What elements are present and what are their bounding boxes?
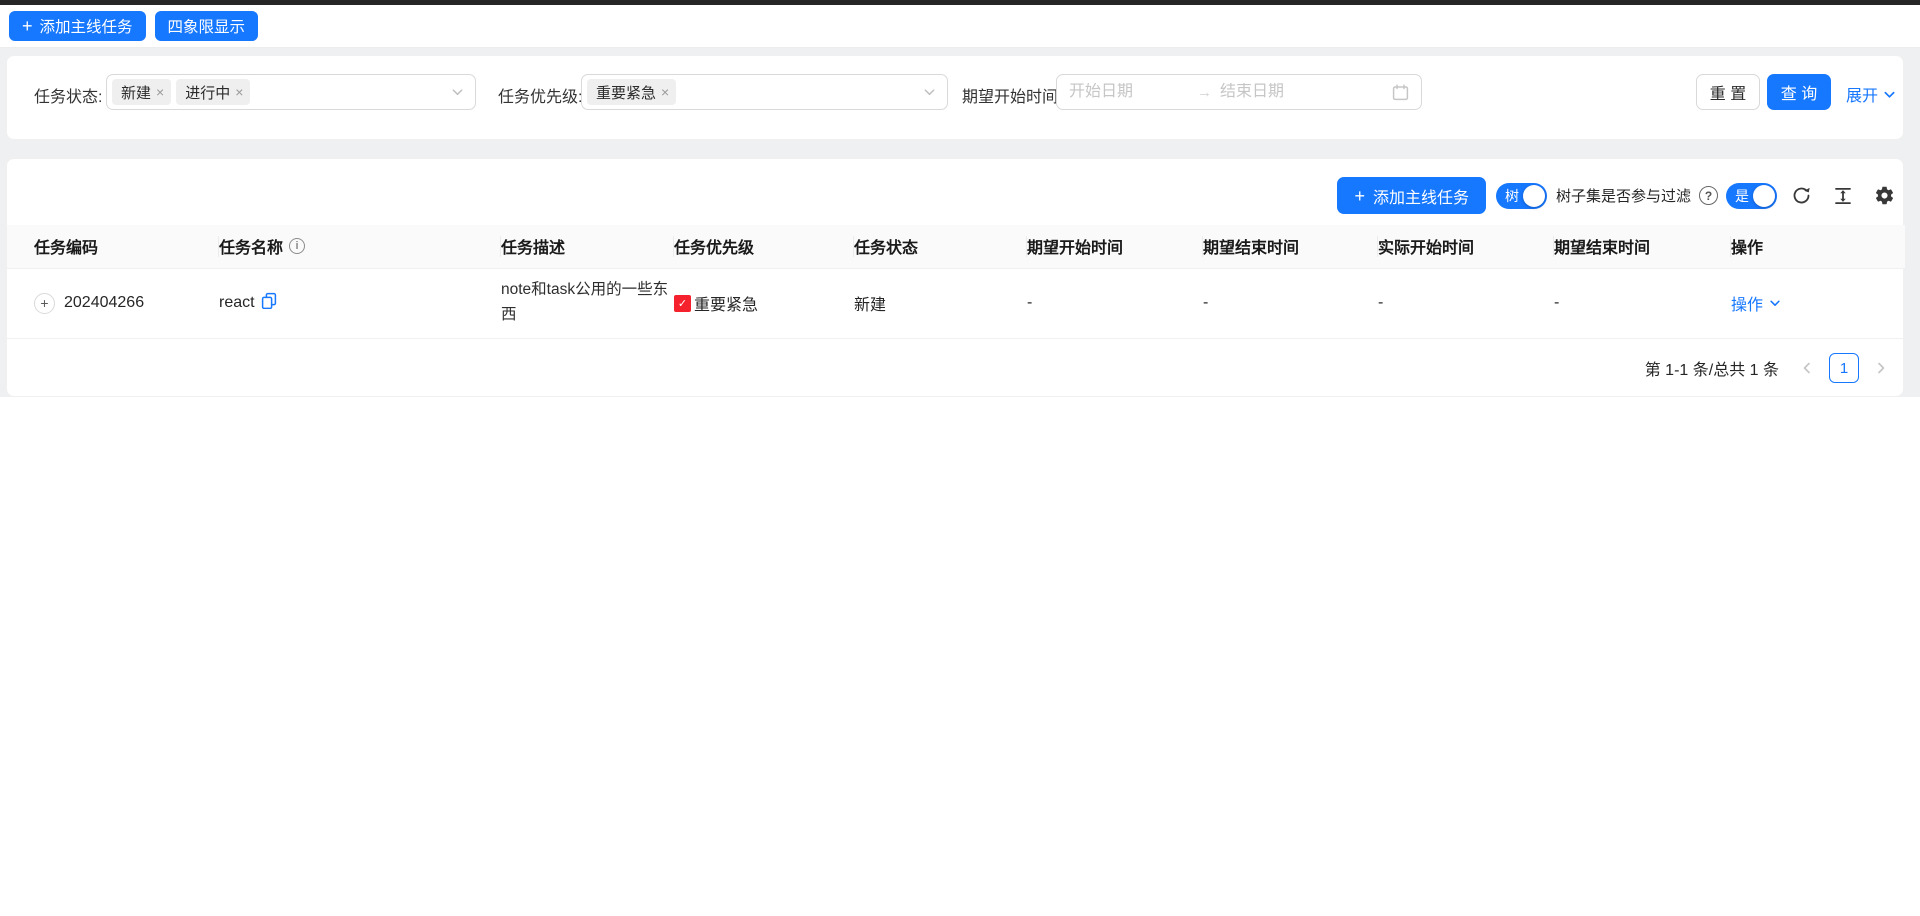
pagination-summary: 第 1-1 条/总共 1 条 [1645, 356, 1779, 380]
column-header-expected-end: 期望结束时间 [1203, 225, 1378, 268]
row-action-link[interactable]: 操作 [1731, 291, 1781, 315]
close-icon[interactable]: × [156, 85, 164, 99]
empty-value: - [1203, 294, 1208, 311]
calendar-icon [1392, 84, 1409, 101]
task-table: 任务编码 任务名称 i 任务描述 任务优先级 任务状态 期望开始时间 期望结束时… [7, 225, 1905, 339]
cell-status: 新建 [854, 268, 1027, 338]
column-header-name-label: 任务名称 [219, 234, 283, 258]
column-header-expected-start: 期望开始时间 [1027, 225, 1203, 268]
close-icon[interactable]: × [661, 85, 669, 99]
task-priority: 重要紧急 [694, 291, 758, 315]
tree-mode-switch[interactable]: 树 [1496, 183, 1547, 209]
chevron-down-icon [923, 86, 936, 99]
tree-mode-switch-label: 树 [1505, 186, 1519, 206]
end-date-input[interactable] [1220, 83, 1340, 101]
table-header-row: 任务编码 任务名称 i 任务描述 任务优先级 任务状态 期望开始时间 期望结束时… [7, 225, 1905, 268]
pagination-prev-button[interactable] [1795, 353, 1819, 383]
cell-description: note和task公用的一些东西 [501, 268, 674, 338]
filter-panel: 任务状态: 新建 × 进行中 × 任务优先级: 重要紧急 × [6, 55, 1904, 140]
status-tag-in-progress-label: 进行中 [185, 82, 230, 103]
chevron-down-icon [1883, 88, 1896, 101]
switch-knob [1753, 185, 1775, 207]
quadrant-display-label: 四象限显示 [168, 15, 246, 37]
copy-icon[interactable] [261, 292, 277, 309]
column-header-actions: 操作 [1731, 225, 1905, 268]
cell-code: + 202404266 [7, 268, 219, 338]
cell-name: react [219, 268, 501, 338]
status-tag-new: 新建 × [112, 79, 171, 105]
priority-tag-urgent-label: 重要紧急 [596, 82, 656, 103]
add-main-task-table-label: 添加主线任务 [1373, 184, 1469, 208]
empty-value: - [1554, 294, 1559, 311]
column-header-expected-end-2: 期望结束时间 [1554, 225, 1731, 268]
question-circle-icon[interactable]: ? [1699, 186, 1718, 205]
chevron-down-icon [1769, 297, 1781, 309]
task-priority-select[interactable]: 重要紧急 × [581, 74, 948, 110]
chevron-down-icon [451, 86, 464, 99]
reset-button[interactable]: 重 置 [1696, 74, 1760, 110]
cell-priority: ✓ 重要紧急 [674, 268, 854, 338]
task-code: 202404266 [64, 294, 144, 312]
task-description: note和task公用的一些东西 [501, 278, 673, 328]
table-row: + 202404266 react [7, 268, 1905, 338]
column-header-actual-start: 实际开始时间 [1378, 225, 1554, 268]
subset-filter-yes-label: 是 [1735, 186, 1749, 206]
add-main-task-label: 添加主线任务 [40, 15, 133, 37]
column-header-status: 任务状态 [854, 225, 1027, 268]
subset-filter-yes-switch[interactable]: 是 [1726, 183, 1777, 209]
pagination-page-1[interactable]: 1 [1829, 353, 1859, 383]
add-main-task-button-top[interactable]: + 添加主线任务 [9, 11, 146, 41]
cell-expected-end-2: - [1554, 268, 1731, 338]
empty-value: - [1027, 294, 1032, 311]
content-area: 任务状态: 新建 × 进行中 × 任务优先级: 重要紧急 × [0, 48, 1920, 397]
column-header-code: 任务编码 [7, 225, 219, 268]
table-toolbar: + 添加主线任务 树 树子集是否参与过滤 ? 是 [1337, 177, 1895, 214]
refresh-icon[interactable] [1791, 185, 1812, 206]
task-status-select[interactable]: 新建 × 进行中 × [106, 74, 476, 110]
task-status-label: 任务状态: [34, 83, 102, 107]
plus-icon: + [1354, 187, 1365, 205]
cell-expected-start: - [1027, 268, 1203, 338]
row-action-label: 操作 [1731, 291, 1763, 315]
tree-subset-filter-label: 树子集是否参与过滤 [1556, 185, 1691, 206]
arrow-right-icon: → [1197, 84, 1212, 101]
task-status: 新建 [854, 297, 886, 314]
top-action-bar: + 添加主线任务 四象限显示 [0, 5, 1920, 48]
priority-tag-urgent: 重要紧急 × [587, 79, 676, 105]
expected-start-date-range-picker[interactable]: → [1056, 74, 1422, 110]
empty-value: - [1378, 294, 1383, 311]
task-priority-label: 任务优先级: [498, 83, 582, 107]
quadrant-display-button[interactable]: 四象限显示 [155, 11, 259, 41]
cell-actual-start: - [1378, 268, 1554, 338]
pagination-next-button[interactable] [1869, 353, 1893, 383]
priority-flag-icon: ✓ [674, 295, 691, 312]
expand-filters-link[interactable]: 展开 [1846, 82, 1896, 106]
query-button[interactable]: 查 询 [1767, 74, 1831, 110]
status-tag-new-label: 新建 [121, 82, 151, 103]
start-date-input[interactable] [1069, 83, 1189, 101]
info-circle-icon[interactable]: i [289, 238, 305, 254]
column-header-priority: 任务优先级 [674, 225, 854, 268]
add-main-task-button-table[interactable]: + 添加主线任务 [1337, 177, 1486, 214]
pagination: 第 1-1 条/总共 1 条 1 [1645, 353, 1893, 383]
app-screen: + 添加主线任务 四象限显示 任务状态: 新建 × 进行中 × [0, 0, 1920, 916]
status-tag-in-progress: 进行中 × [176, 79, 250, 105]
close-icon[interactable]: × [235, 85, 243, 99]
row-expand-button[interactable]: + [34, 293, 55, 314]
task-name: react [219, 294, 255, 312]
expected-start-time-label: 期望开始时间 [962, 83, 1058, 107]
column-header-description: 任务描述 [501, 225, 674, 268]
column-height-icon[interactable] [1833, 186, 1853, 206]
cell-expected-end: - [1203, 268, 1378, 338]
expand-filters-label: 展开 [1846, 82, 1878, 106]
cell-actions: 操作 [1731, 268, 1905, 338]
plus-icon: + [22, 17, 33, 35]
column-header-name: 任务名称 i [219, 225, 501, 268]
settings-gear-icon[interactable] [1874, 185, 1895, 206]
task-table-panel: + 添加主线任务 树 树子集是否参与过滤 ? 是 [6, 158, 1904, 397]
switch-knob [1523, 185, 1545, 207]
